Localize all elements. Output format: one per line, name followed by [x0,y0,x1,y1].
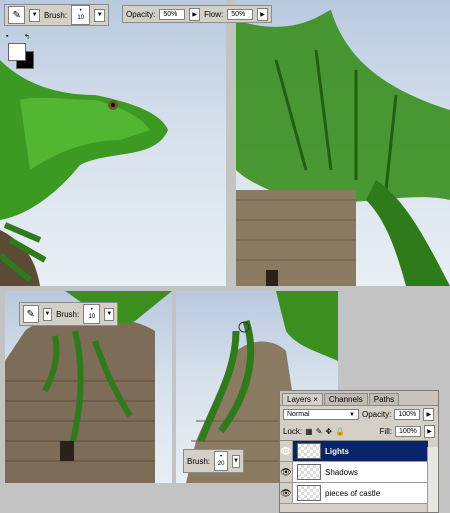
layer-thumbnail [297,464,321,480]
layer-thumbnail [297,485,321,501]
tool-preset-dropdown-mid[interactable]: ▼ [42,307,53,321]
dragon-wing-illustration [236,10,450,286]
flow-label: Flow: [204,9,224,19]
layer-name: Shadows [325,467,358,477]
blend-opacity-row: Normal ▼ Opacity: 100% ▶ [280,406,438,423]
fill-field[interactable]: 100% [395,426,421,437]
chevron-down-icon: ▼ [349,411,355,418]
fill-label: Fill: [379,427,392,436]
layer-name: pieces of castle [325,488,381,498]
blend-mode-value: Normal [287,411,310,418]
visibility-eye-icon[interactable]: 👁 [280,462,293,482]
tab-layers[interactable]: Layers × [282,393,323,405]
visibility-eye-icon[interactable]: 👁 [280,483,293,503]
opacity-label: Opacity: [126,9,156,19]
brush-picker-dropdown[interactable]: ▼ [94,8,105,22]
chevron-down-icon: ▼ [96,12,103,18]
brush-size-mid: 10 [88,314,96,320]
flow-field[interactable]: 50% [227,8,254,20]
layers-panel: Layers × Channels Paths Normal ▼ Opacity… [279,390,439,513]
chevron-down-icon: ▼ [31,12,38,18]
layer-pieces-of-castle[interactable]: 👁 pieces of castle [280,483,428,504]
layer-lights[interactable]: 👁 Lights [280,441,428,462]
brush-label-bottom: Brush: [187,456,211,466]
tool-preset-dropdown[interactable]: ▼ [29,8,40,22]
blend-mode-select[interactable]: Normal ▼ [283,409,359,420]
chevron-down-icon: ▼ [233,458,239,464]
brush-size-picker-mid[interactable]: • 10 [83,304,101,324]
lock-all-icon[interactable]: 🔒 [335,427,345,436]
lock-transparent-icon[interactable]: ▦ [305,427,313,436]
brush-icon: ✎ [26,308,35,320]
brush-tool-preset-mid[interactable]: ✎ [23,305,39,323]
brush-options-bar: ✎ ▼ Brush: • 10 ▼ [4,4,109,26]
opacity-flow-bar: Opacity: 50% ▶ Flow: 50% ▶ [122,5,272,23]
brush-size-picker[interactable]: • 10 [71,5,91,25]
chevron-right-icon: ▶ [427,429,432,435]
lock-image-icon[interactable]: ✎ [316,427,323,436]
brush-size: 10 [77,15,85,21]
layer-opacity-arrow[interactable]: ▶ [423,408,435,421]
chevron-right-icon: ▶ [426,412,432,418]
chevron-right-icon: ▶ [260,11,265,18]
chevron-right-icon: ▶ [192,11,197,18]
foreground-color-swatch[interactable] [8,43,26,61]
canvas-dragon-wing [236,0,450,286]
layers-list: 👁 Lights 👁 Shadows 👁 pieces of castle [280,440,428,504]
opacity-field[interactable]: 50% [159,8,186,20]
layer-shadows[interactable]: 👁 Shadows [280,462,428,483]
layers-scrollbar[interactable] [427,447,438,512]
layer-name: Lights [325,446,349,456]
chevron-down-icon: ▼ [44,311,51,317]
layers-panel-tabs: Layers × Channels Paths [280,391,438,406]
flow-slider-arrow[interactable]: ▶ [257,7,268,21]
brush-dot-icon: • [220,454,223,460]
brush-picker-dropdown-mid[interactable]: ▼ [104,307,114,321]
brush-icon: ✎ [12,9,21,21]
brush-dot-icon: • [90,307,93,313]
close-icon[interactable]: × [313,395,318,404]
brush-tool-preset[interactable]: ✎ [8,6,26,24]
layer-thumbnail [297,443,321,459]
layer-opacity-label: Opacity: [362,410,392,419]
layer-opacity-field[interactable]: 100% [394,409,421,420]
tab-paths[interactable]: Paths [368,393,400,405]
brush-dot-icon: • [79,8,82,14]
brush-size-picker-bottom[interactable]: • 20 [214,451,229,471]
lock-position-icon[interactable]: ✥ [325,427,332,436]
lock-label: Lock: [283,427,303,436]
brush-label-mid: Brush: [56,309,80,319]
lock-fill-row: Lock: ▦ ✎ ✥ 🔒 Fill: 100% ▶ [280,423,438,440]
color-swatches[interactable]: ▪ ↰ [6,33,36,69]
default-colors-icon[interactable]: ▪ [6,33,8,40]
brush-label: Brush: [43,10,68,20]
swap-colors-icon[interactable]: ↰ [24,33,30,41]
brush-options-bar-bottom: Brush: • 20 ▼ [183,449,244,473]
opacity-slider-arrow[interactable]: ▶ [189,7,201,21]
fill-arrow[interactable]: ▶ [424,425,435,438]
brush-picker-dropdown-bottom[interactable]: ▼ [232,454,240,468]
chevron-down-icon: ▼ [106,311,113,317]
tab-channels[interactable]: Channels [323,393,368,405]
brush-options-bar-mid: ✎ ▼ Brush: • 10 ▼ [19,302,118,326]
brush-size-bottom: 20 [217,461,225,467]
visibility-eye-icon[interactable]: 👁 [280,441,293,461]
